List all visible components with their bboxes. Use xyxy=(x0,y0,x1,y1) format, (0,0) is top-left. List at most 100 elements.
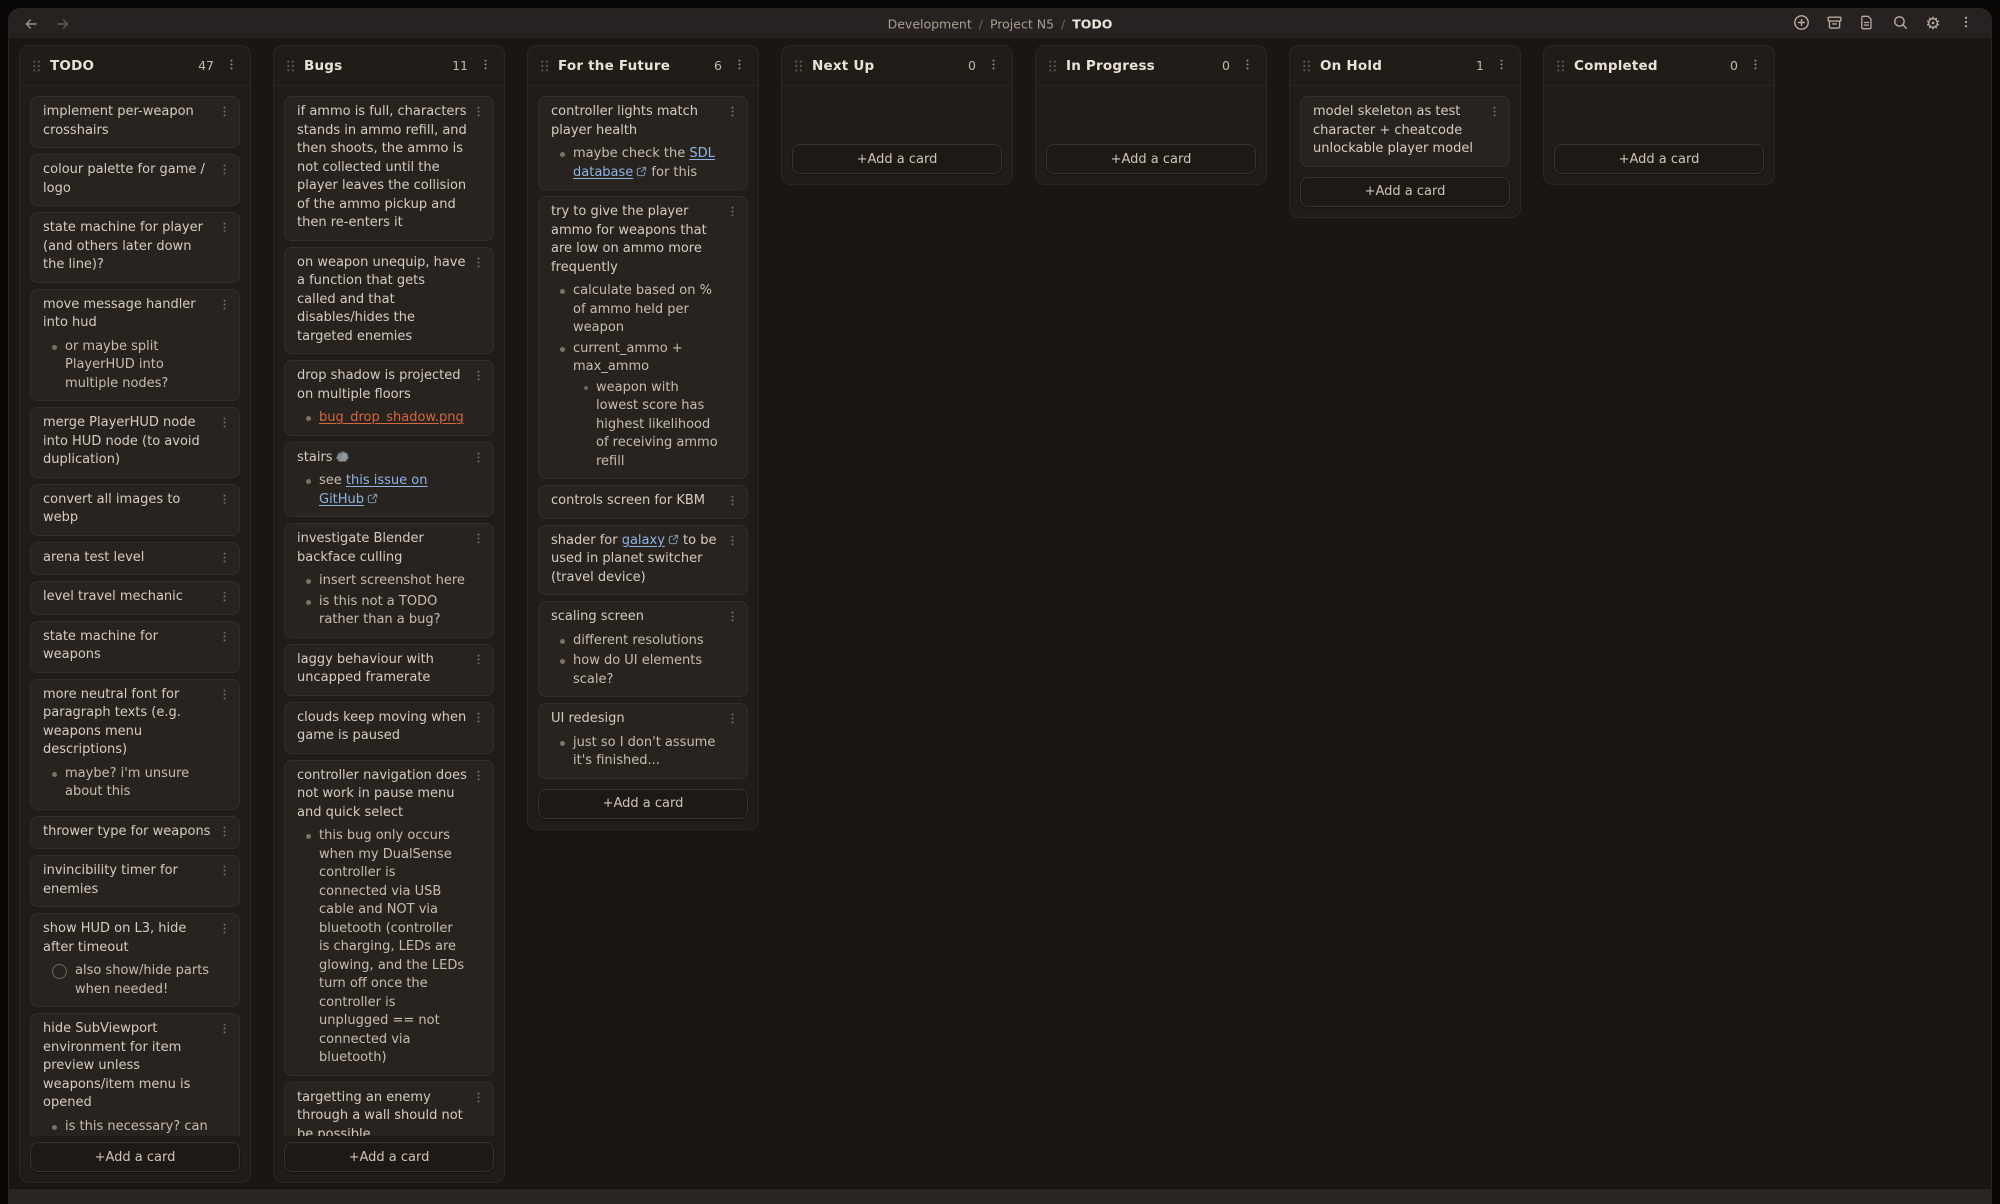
card-menu-button[interactable] xyxy=(216,414,233,434)
card-menu-button[interactable] xyxy=(216,296,233,316)
card[interactable]: invincibility timer for enemies xyxy=(30,855,240,907)
card[interactable]: stairssee this issue on GitHub xyxy=(284,442,494,518)
card-title: thrower type for weapons xyxy=(43,823,213,842)
card[interactable]: merge PlayerHUD node into HUD node (to a… xyxy=(30,407,240,478)
column-menu-button[interactable] xyxy=(1239,56,1256,76)
card-menu-button[interactable] xyxy=(216,823,233,843)
column-menu-button[interactable] xyxy=(1747,56,1764,76)
card-text: merge PlayerHUD node into HUD node (to a… xyxy=(43,415,200,467)
drag-handle-icon[interactable] xyxy=(286,59,295,73)
card[interactable]: drop shadow is projected on multiple flo… xyxy=(284,360,494,436)
search-button[interactable] xyxy=(1887,11,1913,37)
column-menu-button[interactable] xyxy=(731,56,748,76)
card-menu-button[interactable] xyxy=(470,367,487,387)
card[interactable]: try to give the player ammo for weapons … xyxy=(538,196,748,479)
card[interactable]: more neutral font for paragraph texts (e… xyxy=(30,679,240,810)
add-card-button[interactable]: +Add a card xyxy=(1554,144,1764,174)
add-card-button[interactable]: +Add a card xyxy=(1046,144,1256,174)
card[interactable]: shader for galaxy to be used in planet s… xyxy=(538,525,748,596)
card-menu-button[interactable] xyxy=(470,530,487,550)
card[interactable]: hide SubViewport environment for item pr… xyxy=(30,1013,240,1136)
add-card-button[interactable]: +Add a card xyxy=(30,1142,240,1172)
card[interactable]: arena test level xyxy=(30,542,240,576)
column-menu-button[interactable] xyxy=(985,56,1002,76)
card-menu-button[interactable] xyxy=(470,254,487,274)
card[interactable]: implement per-weapon crosshairs xyxy=(30,96,240,148)
card-link[interactable]: galaxy xyxy=(622,533,665,548)
card-menu-button[interactable] xyxy=(470,709,487,729)
card-menu-button[interactable] xyxy=(216,1020,233,1040)
card-menu-button[interactable] xyxy=(470,1089,487,1109)
card[interactable]: controller navigation does not work in p… xyxy=(284,760,494,1076)
column-card-count: 11 xyxy=(452,58,468,73)
card-menu-button[interactable] xyxy=(216,686,233,706)
card[interactable]: UI redesignjust so I don't assume it's f… xyxy=(538,703,748,779)
plus-circle-button[interactable] xyxy=(1788,11,1814,37)
card-menu-button[interactable] xyxy=(470,103,487,123)
forward-arrow-icon[interactable] xyxy=(53,14,73,34)
card-link[interactable]: bug_drop_shadow.png xyxy=(319,410,464,425)
drag-handle-icon[interactable] xyxy=(32,59,41,73)
card-menu-button[interactable] xyxy=(216,862,233,882)
card[interactable]: move message handler into hudor maybe sp… xyxy=(30,289,240,402)
document-button[interactable] xyxy=(1854,11,1880,37)
card-menu-button[interactable] xyxy=(724,710,741,730)
card[interactable]: convert all images to webp xyxy=(30,484,240,536)
card[interactable]: model skeleton as test character + cheat… xyxy=(1300,96,1510,167)
card-menu-button[interactable] xyxy=(216,549,233,569)
card-menu-button[interactable] xyxy=(470,651,487,671)
card[interactable]: controller lights match player healthmay… xyxy=(538,96,748,190)
back-arrow-icon[interactable] xyxy=(21,14,41,34)
card-menu-button[interactable] xyxy=(216,219,233,239)
drag-handle-icon[interactable] xyxy=(540,59,549,73)
column-header: For the Future6 xyxy=(528,46,758,86)
card-menu-button[interactable] xyxy=(216,491,233,511)
more-menu-button[interactable] xyxy=(1953,11,1979,37)
column-menu-button[interactable] xyxy=(1493,56,1510,76)
add-card-button[interactable]: +Add a card xyxy=(284,1142,494,1172)
card[interactable]: laggy behaviour with uncapped framerate xyxy=(284,644,494,696)
breadcrumb-item-development[interactable]: Development xyxy=(888,16,972,31)
card[interactable]: if ammo is full, characters stands in am… xyxy=(284,96,494,241)
card[interactable]: on weapon unequip, have a function that … xyxy=(284,247,494,355)
card[interactable]: colour palette for game / logo xyxy=(30,154,240,206)
add-card-button[interactable]: +Add a card xyxy=(792,144,1002,174)
card-text: more neutral font for paragraph texts (e… xyxy=(43,687,181,758)
card-menu-button[interactable] xyxy=(216,103,233,123)
card[interactable]: controls screen for KBM xyxy=(538,485,748,519)
card-menu-button[interactable] xyxy=(216,588,233,608)
card[interactable]: level travel mechanic xyxy=(30,581,240,615)
card-menu-button[interactable] xyxy=(470,767,487,787)
checkbox-circle-icon[interactable] xyxy=(52,964,67,979)
card-menu-button[interactable] xyxy=(724,608,741,628)
card-menu-button[interactable] xyxy=(216,628,233,648)
card-menu-button[interactable] xyxy=(216,920,233,940)
settings-button[interactable]: ⚙ xyxy=(1920,11,1946,37)
card[interactable]: targetting an enemy through a wall shoul… xyxy=(284,1082,494,1137)
drag-handle-icon[interactable] xyxy=(1302,59,1311,73)
drag-handle-icon[interactable] xyxy=(1556,59,1565,73)
card-menu-button[interactable] xyxy=(724,203,741,223)
card-menu-button[interactable] xyxy=(216,161,233,181)
card[interactable]: scaling screendifferent resolutionshow d… xyxy=(538,601,748,697)
column-menu-button[interactable] xyxy=(223,56,240,76)
card[interactable]: state machine for player (and others lat… xyxy=(30,212,240,283)
card-menu-button[interactable] xyxy=(470,449,487,469)
card[interactable]: clouds keep moving when game is paused xyxy=(284,702,494,754)
card-menu-button[interactable] xyxy=(1486,103,1503,123)
card-menu-button[interactable] xyxy=(724,532,741,552)
breadcrumb-item-project[interactable]: Project N5 xyxy=(990,16,1054,31)
bullet-text: different resolutions xyxy=(573,632,704,651)
card[interactable]: investigate Blender backface cullinginse… xyxy=(284,523,494,638)
card-menu-button[interactable] xyxy=(724,103,741,123)
column-menu-button[interactable] xyxy=(477,56,494,76)
drag-handle-icon[interactable] xyxy=(1048,59,1057,73)
card[interactable]: state machine for weapons xyxy=(30,621,240,673)
drag-handle-icon[interactable] xyxy=(794,59,803,73)
add-card-button[interactable]: +Add a card xyxy=(1300,177,1510,207)
archive-button[interactable] xyxy=(1821,11,1847,37)
card[interactable]: show HUD on L3, hide after timeoutalso s… xyxy=(30,913,240,1007)
add-card-button[interactable]: +Add a card xyxy=(538,789,748,819)
card-menu-button[interactable] xyxy=(724,492,741,512)
card[interactable]: thrower type for weapons xyxy=(30,816,240,850)
